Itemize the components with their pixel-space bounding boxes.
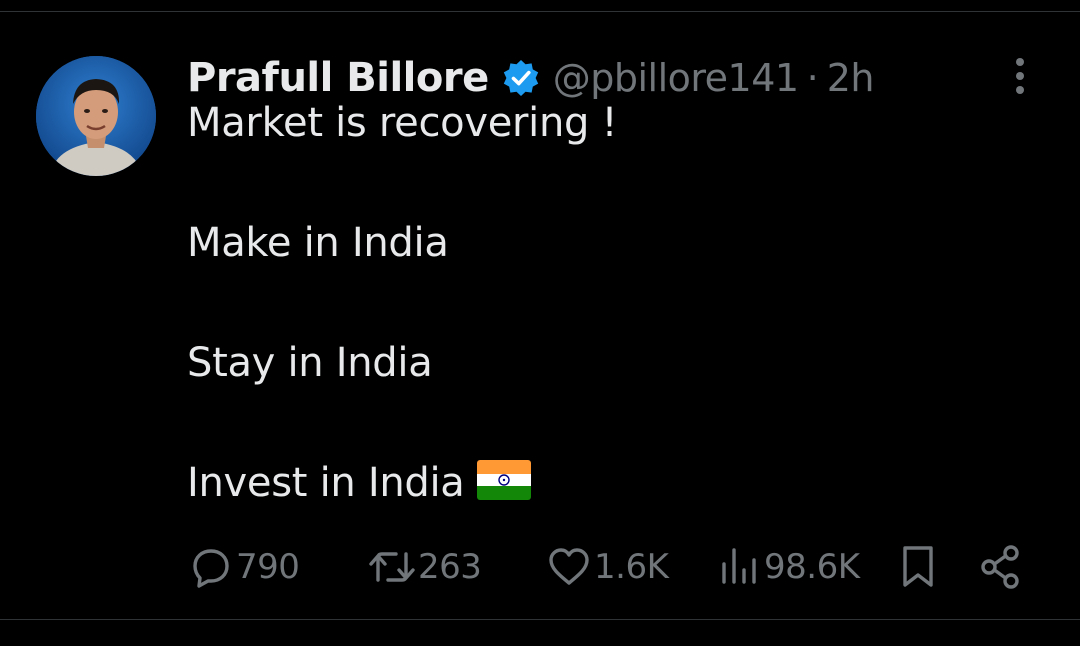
post-line-with-flag: Invest in India xyxy=(187,460,531,506)
views-button[interactable]: 98.6K xyxy=(718,542,860,592)
views-count: 98.6K xyxy=(764,547,860,587)
verified-badge-icon xyxy=(503,60,538,96)
tweet[interactable]: Prafull Billore @pbillore141 · 2h Market… xyxy=(0,12,1080,619)
like-button[interactable]: 1.6K xyxy=(546,542,669,592)
author-handle[interactable]: @pbillore141 xyxy=(553,56,799,100)
post-line: Stay in India xyxy=(187,340,433,386)
bottom-divider xyxy=(0,619,1080,620)
author-name[interactable]: Prafull Billore xyxy=(187,55,489,101)
like-count: 1.6K xyxy=(594,547,669,587)
tweet-header: Prafull Billore @pbillore141 · 2h xyxy=(187,50,874,106)
views-icon xyxy=(722,548,756,584)
share-button[interactable] xyxy=(978,542,1024,592)
repost-icon xyxy=(369,552,415,582)
share-icon xyxy=(981,545,1019,589)
repost-button[interactable]: 263 xyxy=(368,542,482,592)
repost-count: 263 xyxy=(418,547,482,587)
bookmark-button[interactable] xyxy=(898,542,938,592)
timestamp[interactable]: 2h xyxy=(827,56,875,100)
reply-button[interactable]: 790 xyxy=(188,542,300,592)
dot-separator: · xyxy=(806,56,819,100)
post-line: Invest in India xyxy=(187,460,465,506)
reply-count: 790 xyxy=(236,547,300,587)
post-line: Make in India xyxy=(187,220,449,266)
india-flag-icon xyxy=(476,460,531,500)
reply-icon xyxy=(193,549,229,588)
more-options-icon[interactable] xyxy=(1004,52,1036,100)
post-line: Market is recovering ! xyxy=(187,100,618,146)
avatar[interactable] xyxy=(36,56,156,176)
like-icon xyxy=(549,548,589,585)
bookmark-icon xyxy=(903,546,933,587)
